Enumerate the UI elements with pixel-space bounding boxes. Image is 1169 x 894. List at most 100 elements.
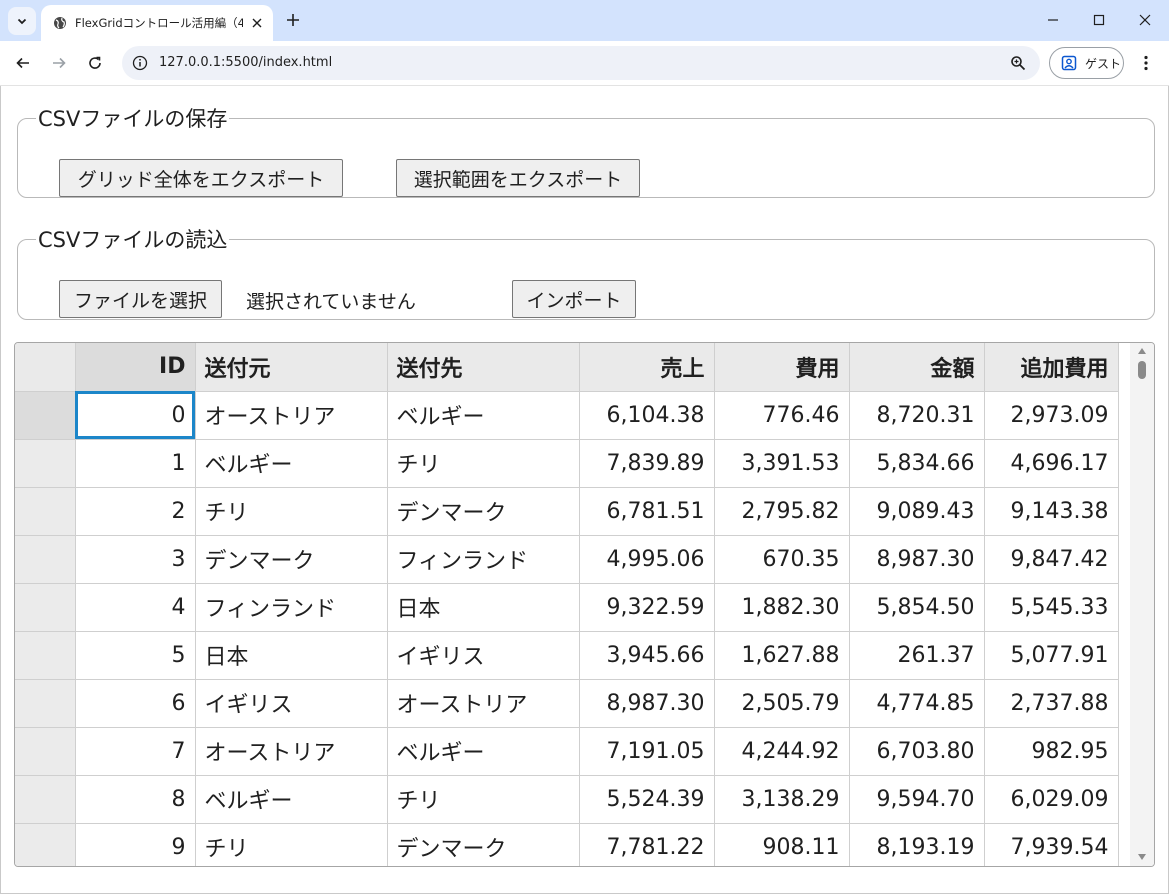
grid-cell[interactable]: イギリス xyxy=(387,631,580,680)
flexgrid[interactable]: ID 送付元 送付先 売上 費用 金額 追加費用 0 オーストリア ベルギー 6,10… xyxy=(14,342,1155,867)
column-header-from[interactable]: 送付元 xyxy=(195,343,388,392)
grid-cell[interactable]: 日本 xyxy=(195,631,388,680)
grid-cell[interactable]: オーストリア xyxy=(195,727,388,776)
grid-cell[interactable]: 3,945.66 xyxy=(579,631,715,680)
grid-cell[interactable]: 0 xyxy=(75,391,196,440)
column-header-id[interactable]: ID xyxy=(75,343,196,392)
row-header-cell[interactable] xyxy=(15,583,76,632)
scroll-down-arrow-icon[interactable] xyxy=(1136,852,1148,862)
grid-cell[interactable]: 3,391.53 xyxy=(714,439,850,488)
column-header-expenses[interactable]: 費用 xyxy=(714,343,850,392)
grid-cell[interactable]: 6,703.80 xyxy=(849,727,985,776)
row-header-cell[interactable] xyxy=(15,535,76,584)
table-row[interactable]: 1 ベルギー チリ 7,839.89 3,391.53 5,834.66 4,696.17 xyxy=(15,439,1119,488)
grid-cell[interactable]: 908.11 xyxy=(714,823,850,866)
grid-cell[interactable]: オーストリア xyxy=(195,391,388,440)
grid-cell[interactable]: 7,839.89 xyxy=(579,439,715,488)
close-icon[interactable] xyxy=(250,16,264,30)
grid-cell[interactable]: ベルギー xyxy=(195,439,388,488)
export-all-button[interactable]: グリッド全体をエクスポート xyxy=(59,159,343,197)
grid-cell[interactable]: オーストリア xyxy=(387,679,580,728)
grid-cell[interactable]: 8 xyxy=(75,775,196,824)
grid-cell[interactable]: 5,834.66 xyxy=(849,439,985,488)
grid-cell[interactable]: 6,104.38 xyxy=(579,391,715,440)
reload-button[interactable] xyxy=(85,53,105,73)
grid-cell[interactable]: 2,737.88 xyxy=(984,679,1119,728)
browser-tab-active[interactable]: FlexGridコントロール活用編（4） xyxy=(41,5,273,41)
row-header-cell[interactable] xyxy=(15,727,76,776)
grid-cell[interactable]: 776.46 xyxy=(714,391,850,440)
grid-cell[interactable]: 5,077.91 xyxy=(984,631,1119,680)
row-header-cell[interactable] xyxy=(15,439,76,488)
grid-cell[interactable]: 7 xyxy=(75,727,196,776)
grid-cell[interactable]: 8,193.19 xyxy=(849,823,985,866)
maximize-button[interactable] xyxy=(1089,10,1109,30)
grid-cell[interactable]: 7,191.05 xyxy=(579,727,715,776)
grid-cell[interactable]: フィンランド xyxy=(195,583,388,632)
back-button[interactable] xyxy=(13,53,33,73)
column-header-amount[interactable]: 金額 xyxy=(849,343,985,392)
table-row[interactable]: 4 フィンランド 日本 9,322.59 1,882.30 5,854.50 5,545.3… xyxy=(15,583,1119,632)
grid-cell[interactable]: 1,882.30 xyxy=(714,583,850,632)
row-header-cell[interactable] xyxy=(15,391,76,440)
grid-cell[interactable]: ベルギー xyxy=(195,775,388,824)
grid-cell[interactable]: 670.35 xyxy=(714,535,850,584)
zoom-icon[interactable] xyxy=(1010,55,1026,71)
choose-file-button[interactable]: ファイルを選択 xyxy=(59,280,222,318)
grid-cell[interactable]: チリ xyxy=(195,823,388,866)
column-header-to[interactable]: 送付先 xyxy=(387,343,580,392)
row-header-cell[interactable] xyxy=(15,679,76,728)
table-row[interactable]: 0 オーストリア ベルギー 6,104.38 776.46 8,720.31 2,973.0… xyxy=(15,391,1119,440)
new-tab-button[interactable] xyxy=(284,11,302,29)
grid-cell[interactable]: 5,545.33 xyxy=(984,583,1119,632)
grid-cell[interactable]: 1,627.88 xyxy=(714,631,850,680)
grid-cell[interactable]: 9,847.42 xyxy=(984,535,1119,584)
grid-cell[interactable]: チリ xyxy=(387,439,580,488)
grid-cell[interactable]: 4,995.06 xyxy=(579,535,715,584)
grid-cell[interactable]: 5,854.50 xyxy=(849,583,985,632)
grid-vertical-scrollbar[interactable] xyxy=(1130,343,1154,866)
table-row[interactable]: 2 チリ デンマーク 6,781.51 2,795.82 9,089.43 9,143.38 xyxy=(15,487,1119,536)
url-text[interactable]: 127.0.0.1:5500/index.html xyxy=(159,55,332,70)
grid-cell[interactable]: デンマーク xyxy=(195,535,388,584)
table-row[interactable]: 5 日本 イギリス 3,945.66 1,627.88 261.37 5,077.91 xyxy=(15,631,1119,680)
grid-cell[interactable]: 2,973.09 xyxy=(984,391,1119,440)
forward-button[interactable] xyxy=(49,53,69,73)
row-header-cell[interactable] xyxy=(15,823,76,866)
grid-cell[interactable]: デンマーク xyxy=(387,487,580,536)
column-header-extra-expenses[interactable]: 追加費用 xyxy=(984,343,1119,392)
grid-cell[interactable]: 982.95 xyxy=(984,727,1119,776)
grid-cell[interactable]: チリ xyxy=(195,487,388,536)
grid-cell[interactable]: フィンランド xyxy=(387,535,580,584)
grid-cell[interactable]: 5 xyxy=(75,631,196,680)
grid-top-left-cell[interactable] xyxy=(15,343,76,392)
grid-cell[interactable]: イギリス xyxy=(195,679,388,728)
row-header-cell[interactable] xyxy=(15,631,76,680)
import-button[interactable]: インポート xyxy=(512,280,636,318)
grid-cell[interactable]: 2,795.82 xyxy=(714,487,850,536)
grid-cell[interactable]: 5,524.39 xyxy=(579,775,715,824)
table-row[interactable]: 3 デンマーク フィンランド 4,995.06 670.35 8,987.30 9,847.… xyxy=(15,535,1119,584)
grid-cell[interactable]: 3,138.29 xyxy=(714,775,850,824)
grid-cell[interactable]: 9,322.59 xyxy=(579,583,715,632)
window-close-button[interactable] xyxy=(1135,10,1155,30)
row-header-cell[interactable] xyxy=(15,487,76,536)
export-selection-button[interactable]: 選択範囲をエクスポート xyxy=(396,159,640,197)
grid-cell[interactable]: ベルギー xyxy=(387,727,580,776)
grid-cell[interactable]: 2 xyxy=(75,487,196,536)
grid-cell[interactable]: 7,939.54 xyxy=(984,823,1119,866)
row-header-cell[interactable] xyxy=(15,775,76,824)
grid-cell[interactable]: ベルギー xyxy=(387,391,580,440)
grid-cell[interactable]: 9,594.70 xyxy=(849,775,985,824)
info-icon[interactable] xyxy=(132,55,148,71)
grid-cell[interactable]: 4,696.17 xyxy=(984,439,1119,488)
scrollbar-thumb[interactable] xyxy=(1138,361,1146,379)
grid-cell[interactable]: 1 xyxy=(75,439,196,488)
column-header-sales[interactable]: 売上 xyxy=(579,343,715,392)
grid-cell[interactable]: 6,029.09 xyxy=(984,775,1119,824)
grid-cell[interactable]: 4 xyxy=(75,583,196,632)
grid-cell[interactable]: デンマーク xyxy=(387,823,580,866)
grid-cell[interactable]: 日本 xyxy=(387,583,580,632)
table-row[interactable]: 8 ベルギー チリ 5,524.39 3,138.29 9,594.70 6,029.09 xyxy=(15,775,1119,824)
grid-cell[interactable]: 9,143.38 xyxy=(984,487,1119,536)
